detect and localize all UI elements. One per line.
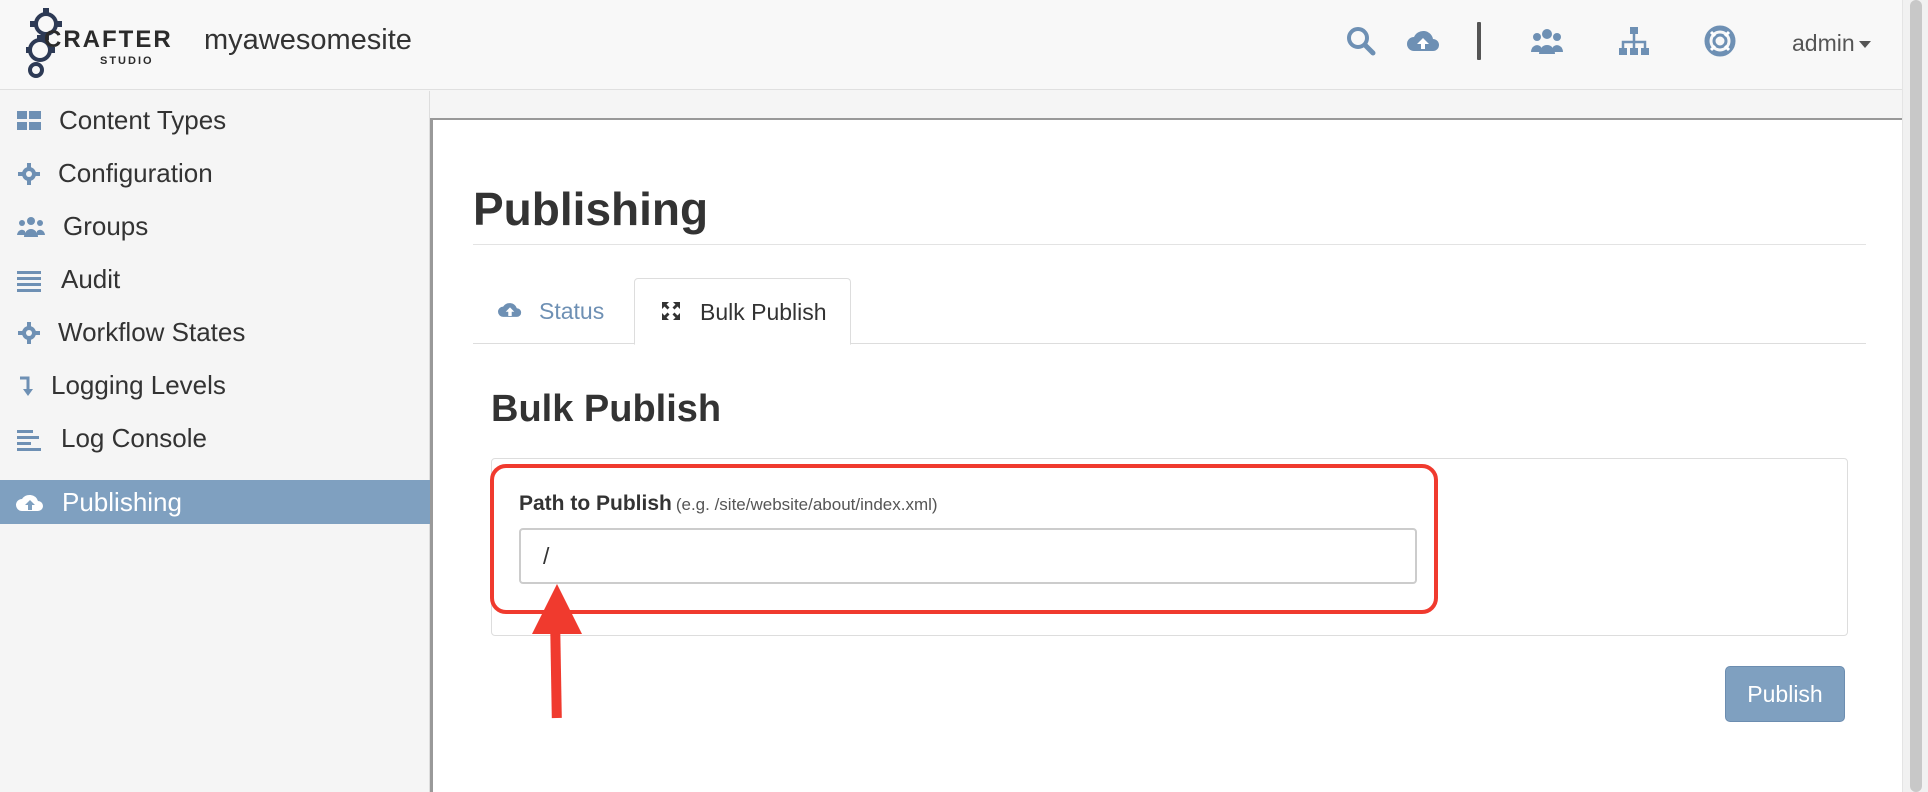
title-divider xyxy=(473,244,1866,245)
path-to-publish-input[interactable] xyxy=(519,528,1417,584)
gear-icon xyxy=(18,322,40,344)
nav-divider xyxy=(1477,22,1481,60)
level-down-icon xyxy=(20,376,33,396)
list-icon xyxy=(17,271,41,292)
sidebar-item-configuration[interactable]: Configuration xyxy=(0,151,430,195)
sidebar-item-label: Audit xyxy=(61,264,121,294)
section-title: Bulk Publish xyxy=(491,388,722,430)
user-menu-label: admin xyxy=(1792,30,1855,56)
path-label-text: Path to Publish xyxy=(519,492,672,515)
expand-icon xyxy=(662,302,680,320)
tab-status[interactable]: Status xyxy=(473,278,633,344)
users-icon xyxy=(17,217,45,237)
sidebar-item-label: Workflow States xyxy=(58,317,246,347)
tab-label: Bulk Publish xyxy=(700,299,827,325)
page-title: Publishing xyxy=(473,183,709,235)
sidebar-item-content-types[interactable]: Content Types xyxy=(0,98,430,142)
users-icon[interactable] xyxy=(1530,24,1564,58)
cloud-upload-icon xyxy=(16,494,43,511)
sidebar-item-label: Publishing xyxy=(62,487,182,517)
annotation-arrow-icon xyxy=(532,584,582,719)
window-scrollbar[interactable] xyxy=(1902,0,1928,792)
sidebar-item-label: Groups xyxy=(63,211,149,241)
sidebar-item-audit[interactable]: Audit xyxy=(0,257,430,301)
publish-button[interactable]: Publish xyxy=(1725,666,1845,722)
cloud-upload-icon xyxy=(498,303,522,317)
align-left-icon xyxy=(17,430,41,451)
path-hint: (e.g. /site/website/about/index.xml) xyxy=(675,495,938,514)
scrollbar-thumb[interactable] xyxy=(1910,0,1922,792)
sidebar-item-label: Content Types xyxy=(59,105,227,135)
cloud-upload-icon[interactable] xyxy=(1406,24,1440,58)
grid-icon xyxy=(17,111,41,130)
sidebar-item-label: Logging Levels xyxy=(51,370,226,400)
logo-subtitle: STUDIO xyxy=(100,55,154,67)
sidebar-item-label: Log Console xyxy=(61,423,207,453)
sidebar-item-logging-levels[interactable]: Logging Levels xyxy=(0,363,430,407)
search-icon[interactable] xyxy=(1344,24,1378,58)
lifebuoy-icon[interactable] xyxy=(1703,24,1737,58)
crafter-studio-logo[interactable]: CRAFTER STUDIO xyxy=(26,6,171,78)
top-navbar: CRAFTER STUDIO myawesomesite admin xyxy=(0,0,1902,90)
sidebar-item-log-console[interactable]: Log Console xyxy=(0,416,430,460)
sidebar-item-publishing[interactable]: Publishing xyxy=(0,480,430,524)
sitemap-icon[interactable] xyxy=(1617,24,1651,58)
site-name[interactable]: myawesomesite xyxy=(204,24,412,57)
caret-down-icon xyxy=(1858,41,1871,49)
sidebar-item-label: Configuration xyxy=(58,158,213,188)
main-content: Publishing Status Bulk Publish Bulk Publ… xyxy=(430,118,1904,792)
gear-icon xyxy=(18,163,40,185)
user-menu[interactable]: admin xyxy=(1792,30,1871,57)
logo-wordmark: CRAFTER xyxy=(44,26,173,53)
sidebar-nav: Content Types Configuration Groups Audit… xyxy=(0,91,430,792)
path-field-label: Path to Publish (e.g. /site/website/about… xyxy=(519,492,938,516)
tab-bulk-publish[interactable]: Bulk Publish xyxy=(634,278,851,345)
sidebar-item-workflow-states[interactable]: Workflow States xyxy=(0,310,430,354)
sidebar-item-groups[interactable]: Groups xyxy=(0,204,430,248)
tab-label: Status xyxy=(539,298,605,324)
